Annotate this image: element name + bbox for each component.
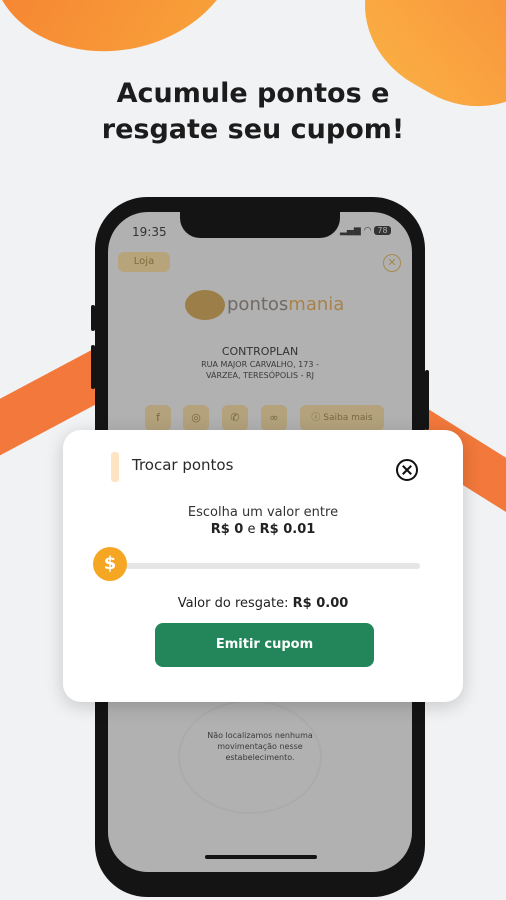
link-icon[interactable]: ∞ bbox=[261, 405, 287, 431]
pontosmania-logo: pontosmania bbox=[185, 288, 345, 324]
tab-loja[interactable]: Loja bbox=[118, 252, 170, 272]
modal-close-icon[interactable] bbox=[396, 459, 418, 481]
headline-line-1: Acumule pontos e bbox=[116, 78, 390, 109]
slider-thumb-dollar-icon[interactable]: $ bbox=[93, 547, 127, 581]
phone-side-button bbox=[91, 305, 95, 331]
modal-title: Trocar pontos bbox=[132, 456, 234, 474]
min-value: R$ 0 bbox=[210, 522, 244, 537]
choose-value-text: Escolha um valor entre bbox=[187, 505, 339, 520]
address-line-1: RUA MAJOR CARVALHO, 173 - bbox=[201, 360, 319, 369]
piggy-logo-icon bbox=[185, 290, 225, 320]
empty-line-1: Não localizamos nenhuma bbox=[207, 731, 313, 740]
range-conjunction: e bbox=[247, 522, 256, 537]
modal-accent-bar bbox=[111, 452, 119, 482]
logo-text-prefix: pontos bbox=[227, 294, 289, 315]
decor-blob-top-left bbox=[0, 0, 259, 74]
empty-line-2: movimentação nesse bbox=[217, 742, 303, 751]
headline-line-2: resgate seu cupom! bbox=[101, 114, 405, 145]
logo-text-suffix: mania bbox=[288, 294, 345, 315]
store-address: RUA MAJOR CARVALHO, 173 - VÁRZEA, TERESÓ… bbox=[108, 359, 412, 381]
status-icons: ▂▄▆ ◠ 78 bbox=[340, 226, 391, 236]
close-icon[interactable]: ✕ bbox=[383, 254, 401, 272]
saiba-mais-label: Saiba mais bbox=[323, 413, 373, 423]
empty-line-3: estabelecimento. bbox=[225, 753, 295, 762]
value-slider-track[interactable] bbox=[110, 563, 420, 569]
signal-icon: ▂▄▆ bbox=[340, 226, 361, 236]
logo-text: pontosmania bbox=[227, 294, 344, 315]
phone-power-button bbox=[425, 370, 429, 430]
address-line-2: VÁRZEA, TERESÓPOLIS - RJ bbox=[206, 371, 314, 380]
empty-message: Não localizamos nenhuma movimentação nes… bbox=[108, 730, 412, 763]
battery-icon: 78 bbox=[374, 226, 391, 235]
status-time: 19:35 bbox=[132, 225, 167, 239]
resgate-label: Valor do resgate: bbox=[177, 596, 289, 611]
value-range: R$ 0 e R$ 0.01 bbox=[63, 522, 463, 537]
resgate-value: Valor do resgate: R$ 0.00 bbox=[63, 596, 463, 611]
max-value: R$ 0.01 bbox=[259, 522, 316, 537]
whatsapp-icon[interactable]: ✆ bbox=[222, 405, 248, 431]
promo-headline: Acumule pontos e resgate seu cupom! bbox=[0, 76, 506, 148]
phone-notch bbox=[180, 212, 340, 238]
resgate-amount: R$ 0.00 bbox=[292, 596, 349, 611]
store-name: CONTROPLAN bbox=[221, 345, 299, 358]
home-indicator bbox=[205, 855, 317, 859]
facebook-icon[interactable]: f bbox=[145, 405, 171, 431]
saiba-mais-button[interactable]: ⓘ Saiba mais bbox=[300, 405, 384, 431]
info-icon: ⓘ bbox=[311, 413, 324, 423]
instagram-icon[interactable]: ◎ bbox=[183, 405, 209, 431]
wifi-icon: ◠ bbox=[363, 226, 372, 236]
emit-coupon-button[interactable]: Emitir cupom bbox=[155, 623, 374, 667]
phone-volume-up bbox=[91, 345, 95, 389]
